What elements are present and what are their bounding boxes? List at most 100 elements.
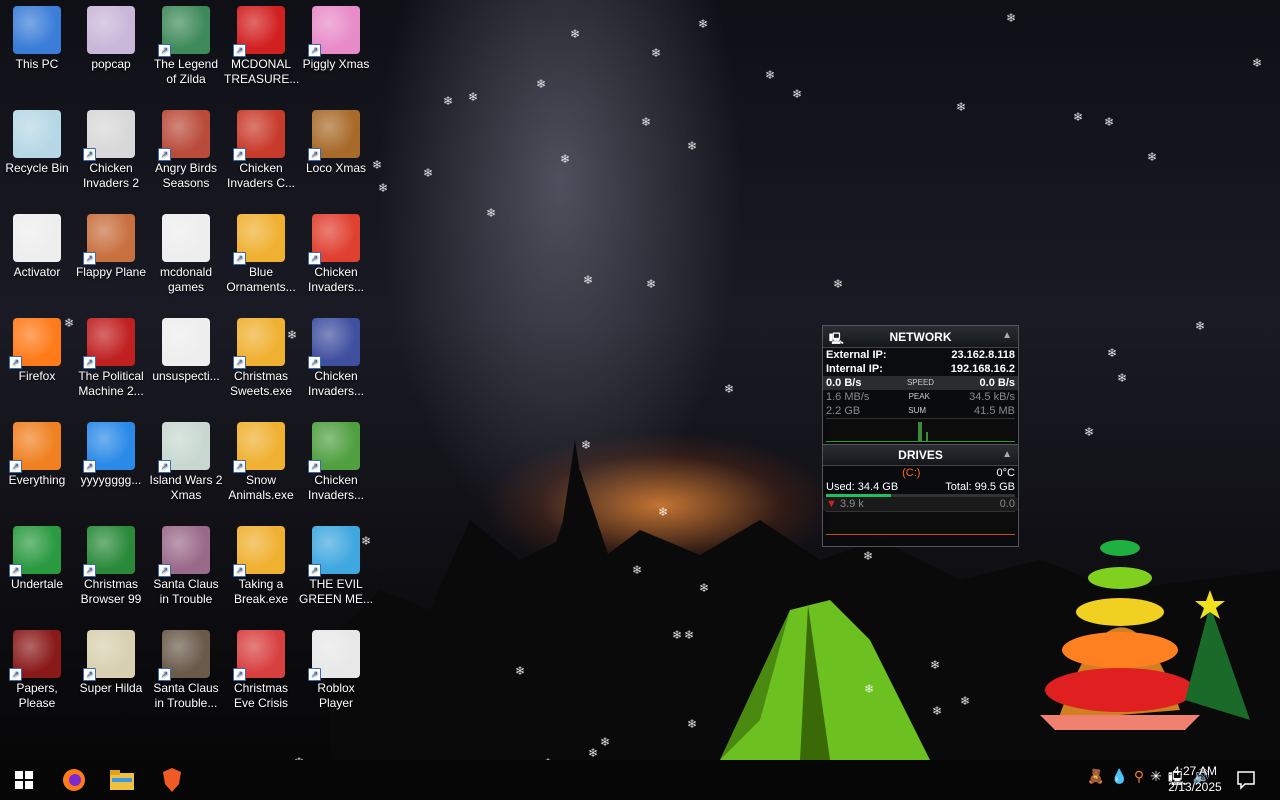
desktop-icon[interactable]: ↗ Piggly Xmas <box>299 0 373 72</box>
shortcut-arrow-icon: ↗ <box>9 668 22 681</box>
desktop-icon[interactable]: This PC <box>0 0 74 72</box>
taskbar-clock[interactable]: 4:27 AM 2/13/2025 <box>1164 763 1226 795</box>
political-machine-icon: ↗ <box>83 318 135 369</box>
everything-search-icon: ↗ <box>9 422 61 473</box>
msn-messenger-icon: ↗ <box>308 526 360 577</box>
desktop-icon-label: Chicken Invaders... <box>307 265 365 294</box>
drop-tray-icon[interactable]: 💧 <box>1110 768 1127 792</box>
desktop-icon[interactable]: ↗ Angry Birds Seasons <box>149 104 223 191</box>
chicken-invaders-2-icon: ↗ <box>83 110 135 161</box>
brave-taskbar-icon[interactable] <box>158 766 186 794</box>
desktop-icon[interactable]: ↗ yyyygggg... <box>74 416 148 488</box>
snowflake-icon: ❄ <box>687 717 698 731</box>
notification-center-button[interactable] <box>1236 770 1256 790</box>
shortcut-arrow-icon: ↗ <box>233 460 246 473</box>
desktop-icon[interactable]: ↗ Roblox Player <box>299 624 373 711</box>
shortcut-arrow-icon: ↗ <box>9 356 22 369</box>
drive-temp: 0°C <box>996 467 1015 479</box>
desktop-icon[interactable]: unsuspecti... <box>149 312 223 384</box>
desktop-icon[interactable]: ↗ Island Wars 2 Xmas <box>149 416 223 503</box>
snowflake-icon: ❄ <box>588 746 599 760</box>
desktop-icon[interactable]: ↗ Christmas Browser 99 <box>74 520 148 607</box>
speed-label: SPEED <box>906 378 935 387</box>
snowflake-icon: ❄ <box>372 158 383 172</box>
desktop-icon[interactable]: ↗ Chicken Invaders 2 <box>74 104 148 191</box>
shortcut-arrow-icon: ↗ <box>9 564 22 577</box>
desktop-icon-label: Chicken Invaders C... <box>226 161 296 190</box>
snowflake-icon: ❄ <box>486 206 497 220</box>
desktop-icon[interactable]: ↗ The Political Machine 2... <box>74 312 148 399</box>
desktop-icon-label: Chicken Invaders 2 <box>82 161 140 190</box>
file-explorer-taskbar-icon[interactable] <box>108 766 136 794</box>
app-tray-icon[interactable]: 🧸 <box>1087 768 1104 792</box>
drive-letter: (C:) <box>902 467 921 479</box>
start-button[interactable] <box>10 766 38 794</box>
santa-face-icon: ↗ <box>233 630 285 681</box>
desktop-icon-label: Christmas Sweets.exe <box>229 369 293 398</box>
desktop-icon-label: Snow Animals.exe <box>228 473 294 502</box>
drives-title: DRIVES <box>898 448 943 462</box>
drive-total: Total: 99.5 GB <box>945 481 1015 493</box>
desktop-icon[interactable]: ↗ Chicken Invaders C... <box>224 104 298 191</box>
christmas-tree-icon: ↗ <box>83 526 135 577</box>
speed-up: 0.0 B/s <box>979 377 1015 389</box>
desktop-icon[interactable]: ↗ Super Hilda <box>74 624 148 696</box>
network-header[interactable]: 🖳 NETWORK ▲ <box>823 326 1018 348</box>
desktop-icon-label: THE EVIL GREEN ME... <box>299 577 374 606</box>
desktop-icon[interactable]: ↗ Firefox <box>0 312 74 384</box>
clock-time: 4:27 AM <box>1172 764 1218 778</box>
mcdonalds-icon: ↗ <box>233 6 285 57</box>
desktop-icon-label: Christmas Browser 99 <box>80 577 142 606</box>
shortcut-arrow-icon: ↗ <box>308 44 321 57</box>
firefox-icon: ↗ <box>9 318 61 369</box>
sum-label: SUM <box>908 406 927 415</box>
chicken-invaders-icon: ↗ <box>308 422 360 473</box>
desktop-icon[interactable]: ↗ Christmas Eve Crisis <box>224 624 298 711</box>
collapse-icon[interactable]: ▲ <box>1002 449 1012 460</box>
desktop-icon[interactable]: ↗ The Legend of Zilda <box>149 0 223 87</box>
desktop-icon[interactable]: ↗ Taking a Break.exe <box>224 520 298 607</box>
roblox-icon: ↗ <box>308 630 360 681</box>
desktop-icon[interactable]: ↗ Loco Xmas <box>299 104 373 176</box>
search-tray-icon[interactable]: ⚲ <box>1134 768 1144 792</box>
drive-activity-read: 3.9 k <box>839 498 864 510</box>
desktop-icon-label: Piggly Xmas <box>302 57 370 71</box>
desktop-icon[interactable]: ↗ Santa Claus in Trouble <box>149 520 223 607</box>
super-hilda-icon: ↗ <box>83 630 135 681</box>
snowflake-icon: ❄ <box>515 664 526 678</box>
snowflake-tray-icon[interactable]: ✳ <box>1150 768 1162 792</box>
zilda-icon: ↗ <box>158 6 210 57</box>
monitor-icon <box>13 6 61 54</box>
desktop-icon[interactable]: ↗ Santa Claus in Trouble... <box>149 624 223 711</box>
desktop-icon[interactable]: ↗ Chicken Invaders... <box>299 416 373 503</box>
desktop-icon-label: Papers, Please <box>16 681 58 710</box>
desktop-icon[interactable]: ↗ Snow Animals.exe <box>224 416 298 503</box>
desktop-icon[interactable]: ↗ Chicken Invaders... <box>299 312 373 399</box>
desktop-icon[interactable]: ↗ Christmas Sweets.exe <box>224 312 298 399</box>
desktop-icon[interactable]: ↗ MCDONAL TREASURE... <box>224 0 299 87</box>
desktop-icon[interactable]: ↗ Papers, Please <box>0 624 74 711</box>
desktop-icon[interactable]: popcap <box>74 0 148 72</box>
firefox-taskbar-icon[interactable] <box>60 766 88 794</box>
desktop-icon[interactable]: Recycle Bin <box>0 104 74 176</box>
desktop-icon-label: Roblox Player <box>317 681 355 710</box>
papers-please-icon: ↗ <box>9 630 61 681</box>
collapse-icon[interactable]: ▲ <box>1002 330 1012 341</box>
desktop-icon[interactable]: ↗ Flappy Plane <box>74 208 148 280</box>
drives-header[interactable]: DRIVES ▲ <box>823 444 1018 466</box>
snowflake-icon: ❄ <box>423 166 434 180</box>
desktop-icon[interactable]: ↗ Blue Ornaments... <box>224 208 298 295</box>
desktop-icon-label: Chicken Invaders... <box>307 369 365 398</box>
desktop-icon[interactable]: ↗ Everything <box>0 416 74 488</box>
desktop-icon[interactable]: ↗ Undertale <box>0 520 74 592</box>
desktop-icon-label: yyyygggg... <box>80 473 142 487</box>
desktop-icon-label: Super Hilda <box>79 681 143 695</box>
desktop-icon[interactable]: Activator <box>0 208 74 280</box>
desktop-icon[interactable]: mcdonald games <box>149 208 223 295</box>
roblox-studio-icon: ↗ <box>83 422 135 473</box>
desktop-icon-label: Firefox <box>18 369 56 383</box>
snowflake-icon: ❄ <box>956 100 967 114</box>
snowflake-icon: ❄ <box>658 505 669 519</box>
peak-label: PEAK <box>908 392 930 401</box>
desktop-icon[interactable]: ↗ Chicken Invaders... <box>299 208 373 295</box>
